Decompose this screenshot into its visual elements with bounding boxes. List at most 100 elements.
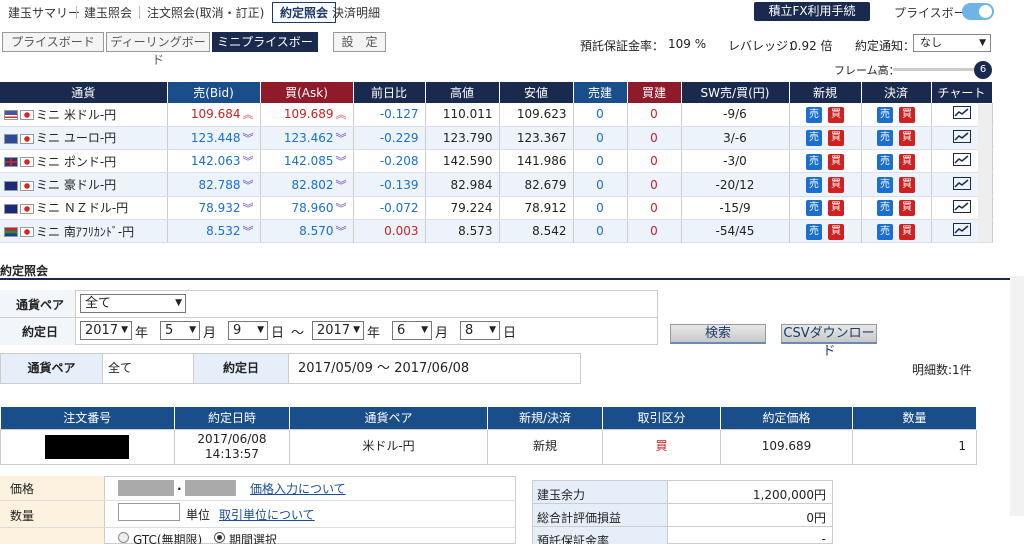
chart-icon[interactable] bbox=[952, 106, 971, 120]
bid-cell[interactable]: 8.532 ︾ bbox=[167, 219, 261, 244]
settle-sell-button[interactable]: 売 bbox=[877, 130, 893, 147]
ask-cell[interactable]: 123.462 ︾ bbox=[260, 126, 354, 151]
settle-sell-button[interactable]: 売 bbox=[877, 106, 893, 123]
tab-settings[interactable]: 設 定 bbox=[333, 32, 386, 52]
settle-buy-button[interactable]: 買 bbox=[899, 177, 915, 194]
nav-position-inquiry[interactable]: 建玉照会 bbox=[84, 4, 132, 21]
ask-cell[interactable]: 82.802 ︾ bbox=[260, 172, 354, 197]
qty-input[interactable] bbox=[118, 503, 180, 521]
new-sell-button[interactable]: 売 bbox=[806, 177, 822, 194]
tab-priceboard[interactable]: プライスボード bbox=[2, 32, 104, 52]
new-sell-button[interactable]: 売 bbox=[806, 223, 822, 240]
chevron-down-icon: ▼ bbox=[175, 298, 182, 308]
pair-select[interactable]: 全て ▼ bbox=[80, 294, 186, 313]
to-year-select[interactable]: 2017 ▼ bbox=[312, 321, 364, 340]
arrow-down-icon: ︾ bbox=[242, 201, 254, 215]
new-buy-button[interactable]: 買 bbox=[828, 177, 844, 194]
fx-savings-button[interactable]: 積立FX利用手続 bbox=[754, 2, 870, 21]
ask-cell[interactable]: 142.085 ︾ bbox=[260, 149, 354, 174]
price-decimal-input[interactable] bbox=[185, 480, 236, 496]
new-buy-button[interactable]: 買 bbox=[828, 106, 844, 123]
new-sell-button[interactable]: 売 bbox=[806, 130, 822, 147]
from-day-select[interactable]: 9 ▼ bbox=[228, 321, 268, 340]
new-buy-button[interactable]: 買 bbox=[828, 130, 844, 147]
pair-select-value: 全て bbox=[85, 296, 112, 311]
nav-settlement-details[interactable]: 決済明細 bbox=[332, 4, 380, 21]
notify-select[interactable]: なし ▼ bbox=[913, 34, 991, 52]
csv-download-button[interactable]: CSVダウンロード bbox=[781, 324, 877, 359]
settle-sell-button[interactable]: 売 bbox=[877, 200, 893, 217]
price-integer-input[interactable] bbox=[118, 480, 174, 496]
from-month-select[interactable]: 5 ▼ bbox=[160, 321, 200, 340]
to-day-select[interactable]: 8 ▼ bbox=[460, 321, 500, 340]
col-sell-position: 売建 bbox=[573, 82, 628, 103]
frame-height-knob[interactable]: 6 bbox=[974, 61, 992, 79]
chart-icon[interactable] bbox=[952, 153, 971, 167]
new-sell-button[interactable]: 売 bbox=[806, 106, 822, 123]
nav-execution-inquiry[interactable]: 約定照会 bbox=[272, 2, 337, 23]
col-ask: 買(Ask) bbox=[260, 82, 354, 103]
bid-cell[interactable]: 78.932 ︾ bbox=[167, 196, 261, 220]
chart-icon[interactable] bbox=[952, 199, 971, 213]
ask-cell[interactable]: 8.570 ︾ bbox=[260, 219, 354, 244]
to-month-select[interactable]: 6 ▼ bbox=[392, 321, 432, 340]
chart-icon[interactable] bbox=[952, 223, 971, 237]
bid-cell[interactable]: 82.788 ︾ bbox=[167, 172, 261, 197]
bid-cell[interactable]: 109.684 ︽ bbox=[167, 103, 261, 127]
search-button[interactable]: 検索 bbox=[670, 324, 766, 344]
notify-label: 約定通知： bbox=[855, 39, 916, 53]
rate-table-scrollbar[interactable] bbox=[978, 104, 992, 242]
new-buy-button[interactable]: 買 bbox=[828, 200, 844, 217]
tab-mini-priceboard[interactable]: ミニプライスボード bbox=[212, 32, 318, 67]
tab-dealingboard[interactable]: ディーリングボード bbox=[106, 32, 210, 67]
jp-flag-icon bbox=[20, 157, 34, 168]
arrow-up-icon: ︽ bbox=[335, 108, 347, 122]
settle-buy-button[interactable]: 買 bbox=[899, 153, 915, 170]
gtc-radio[interactable] bbox=[118, 532, 129, 543]
ask-price: 142.085 bbox=[283, 154, 334, 169]
range-tilde: ～ bbox=[291, 326, 305, 341]
change-cell: -0.229 bbox=[353, 126, 426, 151]
new-sell-button[interactable]: 売 bbox=[806, 153, 822, 170]
nav-order-inquiry[interactable]: 注文照会(取消・訂正) bbox=[147, 4, 264, 21]
ask-cell[interactable]: 78.960 ︾ bbox=[260, 196, 354, 220]
new-buy-button[interactable]: 買 bbox=[828, 153, 844, 170]
settle-sell-button[interactable]: 売 bbox=[877, 223, 893, 240]
settle-buy-button[interactable]: 買 bbox=[899, 200, 915, 217]
new-order-cell: 売買 bbox=[789, 172, 862, 197]
new-buy-button[interactable]: 買 bbox=[828, 223, 844, 240]
bid-cell[interactable]: 123.448 ︾ bbox=[167, 126, 261, 151]
pair-name: ミニ ユーロ-円 bbox=[36, 131, 117, 146]
nav-divider bbox=[76, 6, 77, 19]
settle-sell-button[interactable]: 売 bbox=[877, 177, 893, 194]
sell-position-cell: 0 bbox=[573, 126, 628, 151]
new-sell-button[interactable]: 売 bbox=[806, 200, 822, 217]
low-cell: 123.367 bbox=[499, 126, 574, 151]
bid-cell[interactable]: 142.063 ︾ bbox=[167, 149, 261, 174]
to-month-value: 6 bbox=[397, 323, 406, 338]
settle-sell-button[interactable]: 売 bbox=[877, 153, 893, 170]
priceboard-toggle[interactable] bbox=[962, 3, 994, 20]
arrow-down-icon: ︾ bbox=[335, 155, 347, 169]
settle-order-cell: 売買 bbox=[861, 196, 932, 220]
settle-buy-button[interactable]: 買 bbox=[899, 106, 915, 123]
settle-buy-button[interactable]: 買 bbox=[899, 130, 915, 147]
chart-icon[interactable] bbox=[952, 176, 971, 190]
unit-help-link[interactable]: 取引単位について bbox=[219, 506, 315, 523]
ask-price: 8.570 bbox=[299, 224, 334, 239]
ask-cell[interactable]: 109.689 ︽ bbox=[260, 103, 354, 127]
sell-position-cell: 0 bbox=[573, 103, 628, 127]
high-cell: 8.573 bbox=[425, 219, 500, 244]
from-year-select[interactable]: 2017 ▼ bbox=[80, 321, 132, 340]
frame-height-slider[interactable] bbox=[893, 68, 975, 71]
buy-position-cell: 0 bbox=[627, 219, 682, 244]
gb-flag-icon bbox=[4, 157, 18, 168]
price-input-help-link[interactable]: 価格入力について bbox=[250, 480, 346, 497]
col-exec-datetime: 約定日時 bbox=[174, 407, 290, 429]
bid-price: 142.063 bbox=[190, 154, 241, 169]
nav-position-summary[interactable]: 建玉サマリー bbox=[8, 4, 80, 21]
period-radio[interactable] bbox=[214, 532, 225, 543]
ask-price: 78.960 bbox=[291, 200, 334, 215]
settle-buy-button[interactable]: 買 bbox=[899, 223, 915, 240]
chart-icon[interactable] bbox=[952, 129, 971, 143]
